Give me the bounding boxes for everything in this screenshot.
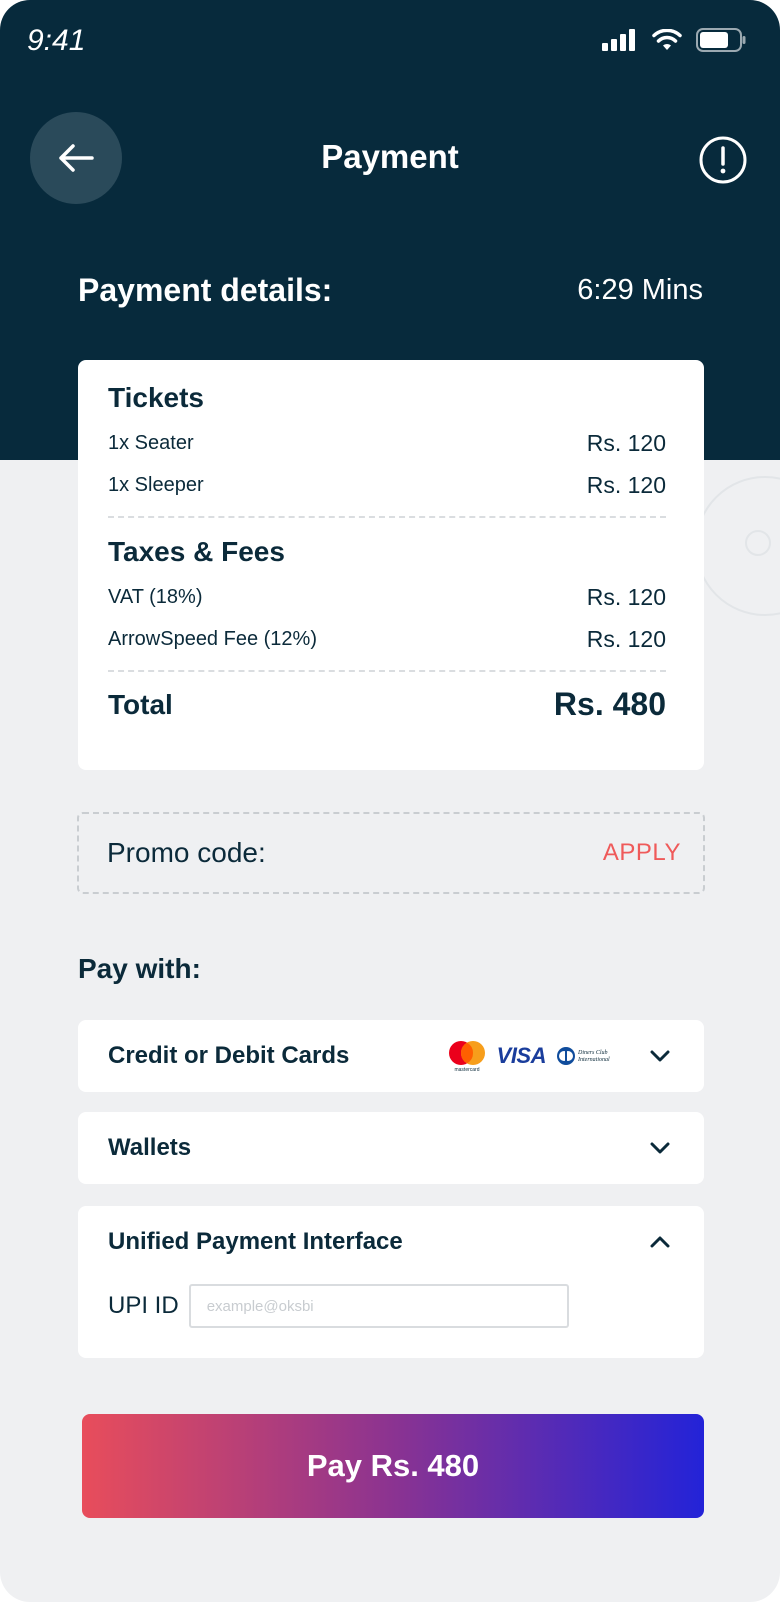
mastercard-wordmark: mastercard bbox=[454, 1067, 479, 1072]
line-item-label: VAT (18%) bbox=[108, 585, 203, 608]
upi-id-label: UPI ID bbox=[108, 1292, 179, 1319]
wifi-icon bbox=[652, 29, 682, 50]
chevron-down-icon bbox=[650, 1050, 670, 1062]
method-label: Unified Payment Interface bbox=[108, 1228, 403, 1255]
line-item: VAT (18%) Rs. 120 bbox=[108, 576, 666, 618]
line-item-amount: Rs. 120 bbox=[586, 583, 666, 610]
decorative-dot bbox=[745, 530, 771, 556]
payment-details-title: Payment details: bbox=[78, 272, 333, 308]
battery-icon bbox=[696, 28, 746, 52]
diners-wordmark-line-2: International bbox=[577, 1057, 610, 1063]
line-item: 1x Seater Rs. 120 bbox=[108, 422, 666, 464]
upi-id-input[interactable] bbox=[188, 1284, 569, 1328]
line-item-label: 1x Sleeper bbox=[108, 473, 204, 496]
chevron-down-icon bbox=[650, 1142, 670, 1154]
taxes-title: Taxes & Fees bbox=[108, 536, 285, 567]
diners-club-logo-icon: Diners Club International bbox=[557, 1047, 610, 1065]
countdown-timer: 6:29 Mins bbox=[577, 274, 703, 306]
method-label: Credit or Debit Cards bbox=[108, 1042, 350, 1069]
tickets-title: Tickets bbox=[108, 382, 204, 413]
status-icons bbox=[602, 28, 746, 52]
mastercard-logo-icon: mastercard bbox=[448, 1041, 485, 1072]
payment-screen: 9:41 Payment Payment details: 6:29 Mins … bbox=[0, 0, 780, 1602]
method-header[interactable]: Credit or Debit Cards mastercard VISA Di… bbox=[108, 1020, 670, 1092]
visa-logo-icon: VISA bbox=[496, 1043, 547, 1068]
dashed-divider bbox=[108, 516, 666, 518]
cellular-signal-icon bbox=[602, 29, 635, 51]
card-logos: mastercard VISA Diners Club Internationa… bbox=[447, 1040, 616, 1072]
pay-with-title: Pay with: bbox=[78, 953, 201, 984]
status-time: 9:41 bbox=[27, 24, 86, 57]
page-title: Payment bbox=[321, 138, 459, 175]
chevron-up-icon bbox=[650, 1236, 670, 1248]
diners-wordmark-line-1: Diners Club bbox=[577, 1050, 608, 1056]
line-item-amount: Rs. 120 bbox=[586, 471, 666, 498]
price-summary-card: Tickets 1x Seater Rs. 120 1x Sleeper Rs.… bbox=[78, 360, 704, 770]
total-label: Total bbox=[108, 688, 173, 720]
method-header[interactable]: Unified Payment Interface bbox=[108, 1206, 670, 1278]
info-button[interactable] bbox=[698, 135, 748, 185]
dashed-divider bbox=[108, 670, 666, 672]
line-item-amount: Rs. 120 bbox=[586, 429, 666, 456]
alert-circle-icon bbox=[699, 136, 747, 184]
total-amount: Rs. 480 bbox=[553, 686, 666, 722]
payment-method-cards[interactable]: Credit or Debit Cards mastercard VISA Di… bbox=[78, 1020, 704, 1092]
payment-method-upi[interactable]: Unified Payment Interface UPI ID bbox=[78, 1206, 704, 1358]
line-item: 1x Sleeper Rs. 120 bbox=[108, 464, 666, 506]
method-header[interactable]: Wallets bbox=[108, 1112, 670, 1184]
pay-button[interactable]: Pay Rs. 480 bbox=[82, 1414, 704, 1518]
promo-code-field[interactable]: Promo code: APPLY bbox=[77, 812, 705, 894]
line-item-amount: Rs. 120 bbox=[586, 625, 666, 652]
apply-promo-button[interactable]: APPLY bbox=[603, 839, 681, 867]
line-item-label: ArrowSpeed Fee (12%) bbox=[108, 627, 317, 650]
line-item-label: 1x Seater bbox=[108, 431, 194, 454]
total-row: Total Rs. 480 bbox=[108, 686, 666, 723]
method-label: Wallets bbox=[108, 1134, 192, 1161]
line-item: ArrowSpeed Fee (12%) Rs. 120 bbox=[108, 618, 666, 660]
promo-code-label: Promo code: bbox=[107, 837, 266, 868]
payment-method-wallets[interactable]: Wallets bbox=[78, 1112, 704, 1184]
upi-row: UPI ID bbox=[108, 1284, 670, 1328]
